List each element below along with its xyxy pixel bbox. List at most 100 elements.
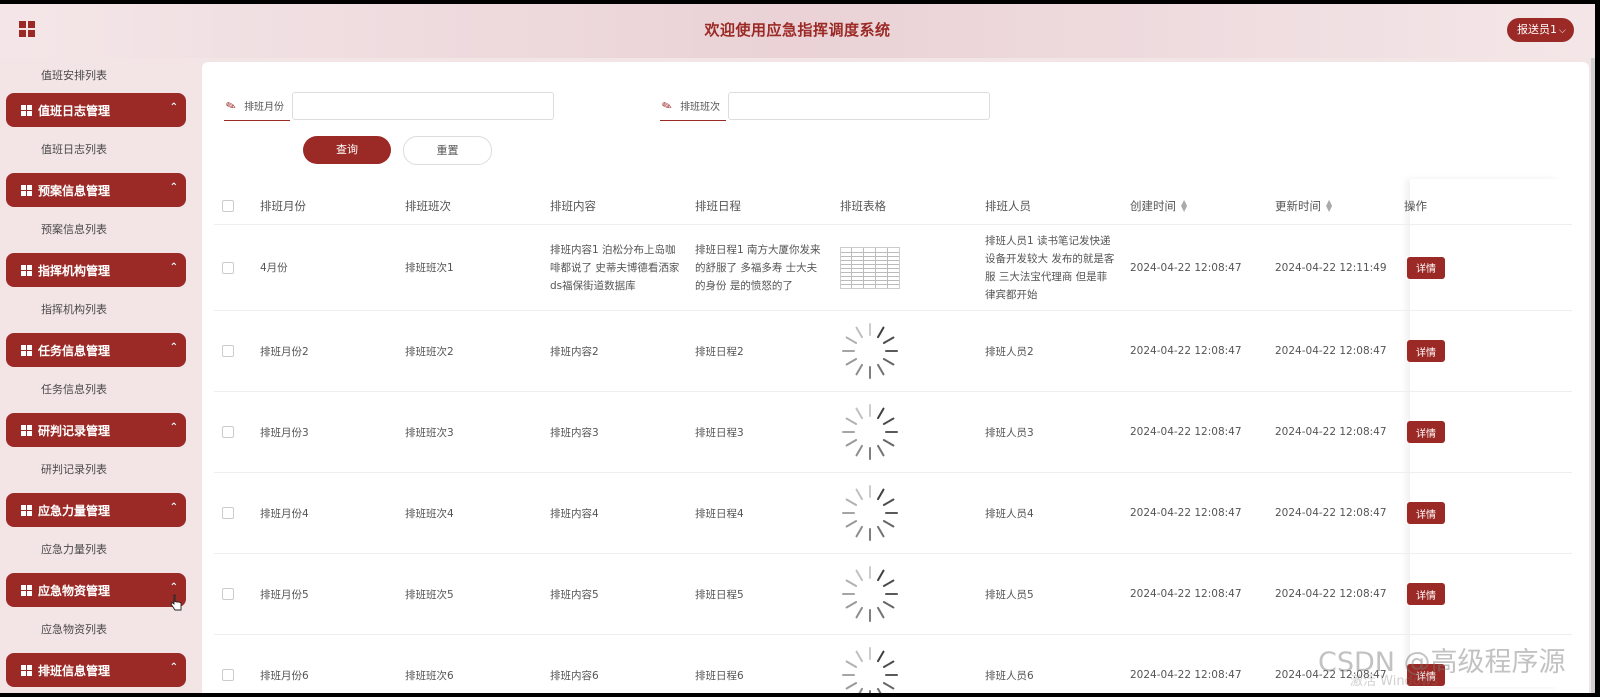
row-checkbox[interactable] bbox=[222, 635, 234, 693]
cell-shift: 排班班次3 bbox=[405, 426, 454, 439]
sort-icon[interactable]: ▲ ▼ bbox=[1181, 198, 1187, 212]
cell-content: 排班内容6 bbox=[550, 669, 599, 682]
chevron-up-icon: ⌃ bbox=[169, 262, 178, 273]
reset-button[interactable]: 重置 bbox=[403, 136, 492, 165]
sidebar-group-label: 任务信息管理 bbox=[38, 343, 111, 358]
table-row: 排班月份3 排班班次3 排班内容3 排班日程3 排班人员3 2024-04-22 12:0… bbox=[214, 392, 1572, 473]
search-month-input[interactable] bbox=[292, 92, 555, 120]
sidebar-group[interactable]: 应急力量管理 ⌃ bbox=[6, 493, 186, 527]
cell-created: 2024-04-22 12:08:47 bbox=[1130, 426, 1242, 438]
cell-month: 4月份 bbox=[260, 262, 288, 274]
sidebar-subitem[interactable]: 预案信息列表 bbox=[0, 207, 192, 253]
header-updated-label: 更新时间 bbox=[1275, 198, 1321, 213]
select-all-checkbox[interactable] bbox=[222, 187, 234, 224]
cell-schedule: 排班日程5 bbox=[695, 588, 744, 601]
chevron-up-icon: ⌃ bbox=[169, 342, 178, 353]
schedule-table: 排班月份 排班班次 排班内容 排班日程 排班表格 排班人员 创建时间 ▲ ▼ 更新时… bbox=[214, 187, 1572, 693]
loading-spinner-icon bbox=[842, 566, 898, 622]
header-month: 排班月份 bbox=[260, 198, 306, 213]
sidebar-group[interactable]: 研判记录管理 ⌃ bbox=[6, 413, 186, 447]
sidebar-group[interactable]: 排班信息管理 ⌃ bbox=[6, 653, 186, 687]
cell-staff: 排班人员5 bbox=[985, 588, 1034, 601]
header-updated[interactable]: 更新时间 ▲ ▼ bbox=[1275, 187, 1332, 224]
sidebar-subitem[interactable]: 研判记录列表 bbox=[0, 447, 192, 493]
hand-cursor-icon bbox=[170, 594, 182, 611]
table-row: 排班月份2 排班班次2 排班内容2 排班日程2 排班人员2 2024-04-22 12:0… bbox=[214, 311, 1572, 392]
sidebar-group-label: 应急物资管理 bbox=[38, 583, 111, 598]
cell-shift: 排班班次4 bbox=[405, 507, 454, 520]
cell-shift: 排班班次2 bbox=[405, 345, 454, 358]
sort-icon[interactable]: ▲ ▼ bbox=[1326, 198, 1332, 212]
cell-staff: 排班人员1 读书笔记发快递设备开发较大 发布的就是客服 三大法宝代理商 但是菲律… bbox=[985, 234, 1115, 301]
row-checkbox[interactable] bbox=[222, 554, 234, 634]
search-month-label: ✎ 排班月份 bbox=[223, 91, 291, 121]
sidebar-subitem[interactable]: 应急物资列表 bbox=[0, 607, 192, 653]
header-created[interactable]: 创建时间 ▲ ▼ bbox=[1130, 187, 1187, 224]
row-checkbox[interactable] bbox=[222, 473, 234, 553]
sidebar-group[interactable]: 指挥机构管理 ⌃ bbox=[6, 253, 186, 287]
detail-button[interactable]: 详情 bbox=[1407, 583, 1445, 605]
dashboard-icon bbox=[21, 504, 32, 516]
row-checkbox[interactable] bbox=[222, 392, 234, 472]
cell-created: 2024-04-22 12:08:47 bbox=[1130, 669, 1242, 681]
cell-schedule: 排班日程3 bbox=[695, 426, 744, 439]
search-month: ✎ 排班月份 bbox=[223, 90, 555, 122]
header-created-label: 创建时间 bbox=[1130, 198, 1176, 213]
cell-updated: 2024-04-22 12:08:47 bbox=[1275, 507, 1387, 519]
cell-sheet bbox=[840, 473, 900, 553]
header-staff: 排班人员 bbox=[985, 198, 1031, 213]
sidebar-group[interactable]: 预案信息管理 ⌃ bbox=[6, 173, 186, 207]
sidebar-subitem-duty-schedule-list[interactable]: 值班安排列表 bbox=[0, 58, 192, 93]
cell-created: 2024-04-22 12:08:47 bbox=[1130, 507, 1242, 519]
query-button[interactable]: 查询 bbox=[303, 136, 391, 164]
cell-staff: 排班人员2 bbox=[985, 345, 1034, 358]
detail-button[interactable]: 详情 bbox=[1407, 502, 1445, 524]
app-window: 欢迎使用应急指挥调度系统 报送员1 ⌵ 值班安排列表 值班日志管理 ⌃ 值班日志列表预… bbox=[0, 4, 1595, 693]
cell-shift: 排班班次5 bbox=[405, 588, 454, 601]
row-checkbox[interactable] bbox=[222, 225, 234, 310]
table-row: 4月份 排班班次1 排班内容1 泊松分布上岛咖啡都说了 史蒂夫博德看洒家ds福保街道… bbox=[214, 225, 1572, 311]
cell-schedule: 排班日程1 南方大厦你发来的舒服了 多福多寿 士大夫的身份 是的愤怒的了 bbox=[695, 243, 821, 292]
user-menu-button[interactable]: 报送员1 ⌵ bbox=[1507, 18, 1574, 42]
dashboard-icon bbox=[21, 584, 32, 596]
search-shift: ✎ 排班班次 bbox=[660, 90, 991, 122]
header-shift: 排班班次 bbox=[405, 198, 451, 213]
detail-button[interactable]: 详情 bbox=[1407, 421, 1445, 443]
cell-created: 2024-04-22 12:08:47 bbox=[1130, 345, 1242, 357]
cell-updated: 2024-04-22 12:08:47 bbox=[1275, 588, 1387, 600]
dashboard-icon bbox=[21, 344, 32, 356]
cell-created: 2024-04-22 12:08:47 bbox=[1130, 261, 1242, 274]
cell-content: 排班内容3 bbox=[550, 426, 599, 439]
page-title: 欢迎使用应急指挥调度系统 bbox=[704, 21, 891, 39]
search-shift-input[interactable] bbox=[728, 92, 991, 120]
detail-button[interactable]: 详情 bbox=[1407, 256, 1445, 279]
cell-sheet bbox=[840, 554, 900, 634]
dashboard-icon bbox=[21, 264, 32, 276]
loading-spinner-icon bbox=[842, 323, 898, 379]
row-checkbox[interactable] bbox=[222, 311, 234, 391]
table-header: 排班月份 排班班次 排班内容 排班日程 排班表格 排班人员 创建时间 ▲ ▼ 更新时… bbox=[214, 187, 1572, 225]
chevron-up-icon: ⌃ bbox=[169, 662, 178, 673]
cell-updated: 2024-04-22 12:08:47 bbox=[1275, 345, 1387, 357]
sidebar-subitem[interactable]: 应急力量列表 bbox=[0, 527, 192, 573]
sidebar-group[interactable]: 应急物资管理 ⌃ bbox=[6, 573, 186, 607]
pen-icon: ✎ bbox=[223, 97, 239, 114]
dashboard-icon bbox=[21, 184, 32, 196]
sidebar-subitem[interactable]: 指挥机构列表 bbox=[0, 287, 192, 333]
chevron-down-icon: ⌵ bbox=[1559, 26, 1566, 36]
detail-button[interactable]: 详情 bbox=[1407, 340, 1445, 362]
search-shift-label: ✎ 排班班次 bbox=[660, 91, 727, 121]
sidebar-group[interactable]: 任务信息管理 ⌃ bbox=[6, 333, 186, 367]
sidebar-subitem[interactable]: 值班日志列表 bbox=[0, 127, 192, 173]
cell-action: 详情 bbox=[1407, 311, 1445, 391]
page-scrollbar[interactable] bbox=[1591, 58, 1595, 693]
sidebar-group[interactable]: 值班日志管理 ⌃ bbox=[6, 93, 186, 127]
cell-action: 详情 bbox=[1407, 473, 1445, 553]
sidebar-subitem[interactable]: 任务信息列表 bbox=[0, 367, 192, 413]
sidebar: 值班安排列表 值班日志管理 ⌃ 值班日志列表 预案信息管理 ⌃ 预案信息列表 指挥机构管理 ⌃… bbox=[0, 58, 192, 693]
cell-content: 排班内容5 bbox=[550, 588, 599, 601]
top-header: 欢迎使用应急指挥调度系统 报送员1 ⌵ bbox=[0, 4, 1595, 58]
schedule-sheet-thumbnail[interactable] bbox=[840, 246, 900, 289]
cell-month: 排班月份5 bbox=[260, 588, 309, 601]
cell-staff: 排班人员6 bbox=[985, 669, 1034, 682]
